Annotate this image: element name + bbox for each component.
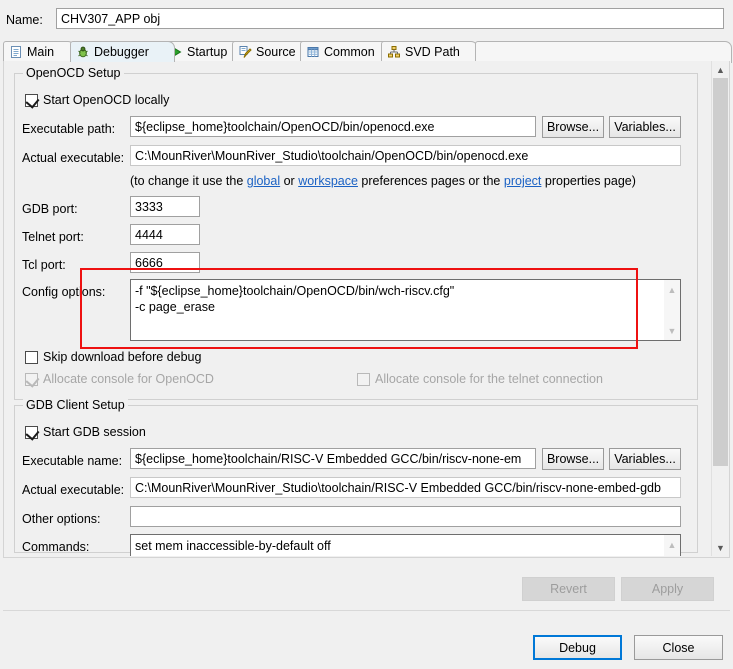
executable-path-label: Executable path: [22, 122, 116, 136]
link-workspace[interactable]: workspace [298, 174, 358, 188]
other-options-input[interactable] [130, 506, 681, 527]
gdb-executable-name-input[interactable] [130, 448, 536, 469]
hint-mid2: preferences pages or the [357, 174, 504, 188]
link-global[interactable]: global [247, 174, 280, 188]
config-options-textarea[interactable]: -f "${eclipse_home}toolchain/OpenOCD/bin… [130, 279, 681, 341]
apply-button[interactable]: Apply [621, 577, 714, 601]
table-icon [306, 45, 320, 59]
start-gdb-session-checkbox[interactable]: Start GDB session [25, 425, 146, 441]
skip-download-before-debug-label: Skip download before debug [43, 350, 202, 364]
bug-icon [76, 45, 90, 59]
allocate-console-telnet-checkbox: Allocate console for the telnet connecti… [357, 372, 603, 386]
allocate-console-openocd-label: Allocate console for OpenOCD [43, 372, 214, 386]
name-label: Name: [6, 13, 43, 27]
debug-button[interactable]: Debug [533, 635, 622, 660]
scroll-down-icon[interactable]: ▼ [664, 323, 680, 338]
scroll-up-icon[interactable]: ▲ [712, 61, 729, 78]
tab-bar-filler [475, 41, 732, 63]
hint-post: properties page) [541, 174, 636, 188]
commands-textarea[interactable]: set mem inaccessible-by-default off ▲ [130, 534, 681, 556]
tab-debugger-label: Debugger [94, 45, 149, 59]
gdb-client-setup-title: GDB Client Setup [23, 398, 128, 412]
checkbox-box [25, 425, 40, 441]
tab-main-label: Main [27, 45, 55, 59]
gdb-port-input[interactable] [130, 196, 200, 217]
panel-vertical-scrollbar[interactable]: ▲ ▼ [711, 61, 729, 556]
revert-button[interactable]: Revert [522, 577, 615, 601]
commands-label: Commands: [22, 540, 90, 554]
tab-startup-label: Startup [187, 45, 228, 59]
gdb-executable-browse-button[interactable]: Browse... [542, 448, 604, 470]
tab-common-label: Common [324, 45, 375, 59]
tab-svd-path-label: SVD Path [405, 45, 460, 59]
footer-separator [3, 610, 730, 611]
start-openocd-locally-label: Start OpenOCD locally [43, 93, 170, 107]
skip-download-before-debug-checkbox[interactable]: Skip download before debug [25, 350, 201, 364]
gdb-port-label: GDB port: [22, 202, 78, 216]
scroll-down-icon[interactable]: ▼ [712, 539, 729, 556]
tab-source-label: Source [256, 45, 296, 59]
other-options-label: Other options: [22, 512, 101, 526]
tab-debugger[interactable]: Debugger [70, 41, 175, 62]
start-openocd-locally-checkbox[interactable]: Start OpenOCD locally [25, 93, 170, 109]
config-options-text: -f "${eclipse_home}toolchain/OpenOCD/bin… [135, 284, 455, 314]
scroll-up-icon[interactable]: ▲ [664, 537, 680, 552]
start-gdb-session-label: Start GDB session [43, 425, 146, 439]
scrollbar-thumb[interactable] [713, 78, 728, 466]
openocd-preferences-hint: (to change it use the global or workspac… [130, 174, 636, 188]
checkbox-box [25, 93, 40, 109]
openocd-executable-path-input[interactable] [130, 116, 536, 137]
openocd-executable-path-browse-button[interactable]: Browse... [542, 116, 604, 138]
gdb-executable-variables-button[interactable]: Variables... [609, 448, 681, 470]
name-row: Name: [0, 8, 733, 34]
commands-scrollbar[interactable]: ▲ [664, 535, 680, 556]
scroll-up-icon[interactable]: ▲ [664, 282, 680, 297]
openocd-actual-executable-label: Actual executable: [22, 151, 125, 165]
name-input[interactable] [56, 8, 724, 29]
hint-pre: (to change it use the [130, 174, 247, 188]
allocate-console-telnet-label: Allocate console for the telnet connecti… [375, 372, 603, 386]
openocd-executable-path-variables-button[interactable]: Variables... [609, 116, 681, 138]
config-options-label: Config options: [22, 285, 106, 299]
config-options-scrollbar[interactable]: ▲ ▼ [664, 280, 680, 340]
debugger-settings-panel: OpenOCD Setup Start OpenOCD locally Exec… [3, 61, 730, 558]
checkbox-box [25, 372, 40, 388]
openocd-actual-executable-input [130, 145, 681, 166]
openocd-setup-title: OpenOCD Setup [23, 66, 124, 80]
telnet-port-input[interactable] [130, 224, 200, 245]
gdb-actual-executable-input [130, 477, 681, 498]
source-edit-icon [238, 45, 252, 59]
tcl-port-label: Tcl port: [22, 258, 66, 272]
close-button[interactable]: Close [634, 635, 723, 660]
allocate-console-openocd-checkbox: Allocate console for OpenOCD [25, 372, 214, 388]
gdb-actual-executable-label: Actual executable: [22, 483, 125, 497]
tab-main[interactable]: Main [3, 41, 75, 62]
hierarchy-icon [387, 45, 401, 59]
document-icon [9, 45, 23, 59]
gdb-executable-name-label: Executable name: [22, 454, 123, 468]
checkbox-box [25, 350, 38, 364]
telnet-port-label: Telnet port: [22, 230, 84, 244]
checkbox-box [357, 372, 370, 386]
tab-bar: Main Debugger Startup Source Common SVD … [3, 41, 732, 63]
hint-mid1: or [280, 174, 299, 188]
link-project[interactable]: project [504, 174, 542, 188]
debugger-settings-content: OpenOCD Setup Start OpenOCD locally Exec… [4, 61, 713, 556]
tab-svd-path[interactable]: SVD Path [381, 41, 478, 62]
commands-text: set mem inaccessible-by-default off [135, 539, 331, 553]
tcl-port-input[interactable] [130, 252, 200, 273]
